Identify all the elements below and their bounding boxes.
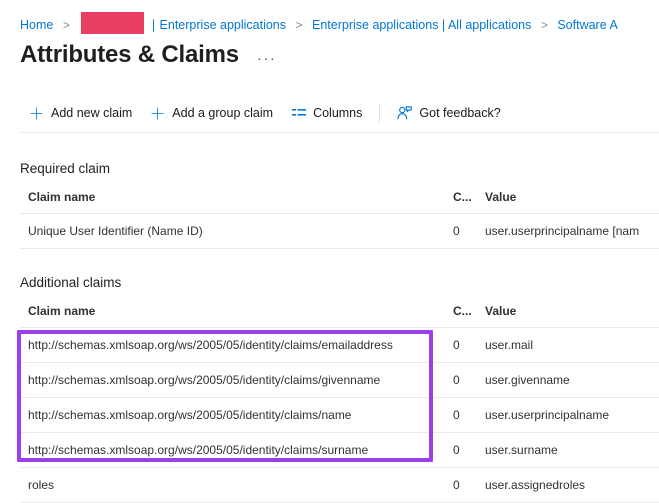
table-row[interactable]: http://schemas.xmlsoap.org/ws/2005/05/id…	[20, 432, 659, 468]
columns-icon	[291, 106, 306, 121]
claim-count-cell: 0	[445, 362, 477, 398]
claim-value-cell: user.mail	[477, 327, 659, 363]
feedback-person-icon	[397, 106, 413, 121]
add-group-claim-button[interactable]: Add a group claim	[141, 98, 282, 128]
claim-value-cell: user.userprincipalname	[477, 397, 659, 433]
page-title: Attributes & Claims	[20, 41, 239, 68]
claim-count-cell: 0	[445, 213, 477, 249]
additional-claims-heading: Additional claims	[20, 275, 122, 290]
claim-name-cell[interactable]: roles	[20, 467, 445, 503]
claim-count-cell: 0	[445, 467, 477, 503]
got-feedback-button[interactable]: Got feedback?	[388, 98, 509, 128]
required-claim-section: Required claim Claim name C... Value Uni…	[20, 160, 659, 249]
table-row[interactable]: http://schemas.xmlsoap.org/ws/2005/05/id…	[20, 397, 659, 433]
claim-name-cell[interactable]: http://schemas.xmlsoap.org/ws/2005/05/id…	[20, 432, 445, 468]
table-row[interactable]: Unique User Identifier (Name ID) 0 user.…	[20, 213, 659, 249]
columns-button[interactable]: Columns	[282, 98, 371, 128]
claim-count-cell: 0	[445, 397, 477, 433]
columns-label: Columns	[313, 106, 363, 120]
more-options-icon[interactable]: ···	[253, 48, 281, 69]
breadcrumb-redacted-tenant	[81, 12, 145, 34]
column-header-value[interactable]: Value	[477, 304, 659, 328]
got-feedback-label: Got feedback?	[419, 106, 501, 120]
claim-name-cell[interactable]: http://schemas.xmlsoap.org/ws/2005/05/id…	[20, 327, 445, 363]
claim-value-cell: user.assignedroles	[477, 467, 659, 503]
toolbar-divider	[379, 103, 381, 123]
column-header-claim-name[interactable]: Claim name	[20, 190, 445, 214]
table-row[interactable]: roles 0 user.assignedroles	[20, 467, 659, 503]
add-group-claim-label: Add a group claim	[172, 106, 274, 120]
table-header-row: Claim name C... Value	[20, 304, 659, 328]
table-header-row: Claim name C... Value	[20, 190, 659, 214]
claim-count-cell: 0	[445, 327, 477, 363]
claim-name-cell[interactable]: http://schemas.xmlsoap.org/ws/2005/05/id…	[20, 397, 445, 433]
column-header-count[interactable]: C...	[445, 190, 477, 214]
claim-name-cell[interactable]: http://schemas.xmlsoap.org/ws/2005/05/id…	[20, 362, 445, 398]
breadcrumb-separator-icon-3: >	[540, 18, 548, 32]
page-title-row: Attributes & Claims ···	[20, 40, 280, 70]
breadcrumb-separator-icon: >	[62, 18, 70, 32]
breadcrumb-pipe: |	[151, 18, 156, 32]
add-new-claim-button[interactable]: Add new claim	[20, 98, 141, 128]
claim-value-cell: user.userprincipalname [nam	[477, 213, 659, 249]
claim-value-cell: user.givenname	[477, 362, 659, 398]
plus-icon	[29, 106, 44, 121]
add-new-claim-label: Add new claim	[51, 106, 133, 120]
command-bar-divider	[20, 132, 659, 133]
breadcrumb-item-all-applications[interactable]: Enterprise applications | All applicatio…	[312, 18, 531, 32]
claim-name-cell[interactable]: Unique User Identifier (Name ID)	[20, 213, 445, 249]
claim-value-cell: user.surname	[477, 432, 659, 468]
table-row[interactable]: http://schemas.xmlsoap.org/ws/2005/05/id…	[20, 362, 659, 398]
claim-count-cell: 0	[445, 432, 477, 468]
breadcrumb: Home > | Enterprise applications > Enter…	[0, 12, 659, 34]
breadcrumb-item-enterprise-applications[interactable]: Enterprise applications	[160, 18, 286, 32]
breadcrumb-separator-icon-2: >	[295, 18, 303, 32]
column-header-claim-name[interactable]: Claim name	[20, 304, 445, 328]
breadcrumb-item-software[interactable]: Software A	[557, 18, 617, 32]
column-header-value[interactable]: Value	[477, 190, 659, 214]
command-bar: Add new claim Add a group claim Columns	[0, 94, 659, 132]
additional-claims-section: Additional claims Claim name C... Value …	[20, 274, 659, 503]
table-row[interactable]: http://schemas.xmlsoap.org/ws/2005/05/id…	[20, 327, 659, 363]
additional-claims-table: Claim name C... Value http://schemas.xml…	[20, 304, 659, 503]
breadcrumb-item-home[interactable]: Home	[20, 18, 53, 32]
required-claim-heading: Required claim	[20, 161, 111, 176]
plus-icon	[150, 106, 165, 121]
required-claim-table: Claim name C... Value Unique User Identi…	[20, 190, 659, 249]
column-header-count[interactable]: C...	[445, 304, 477, 328]
